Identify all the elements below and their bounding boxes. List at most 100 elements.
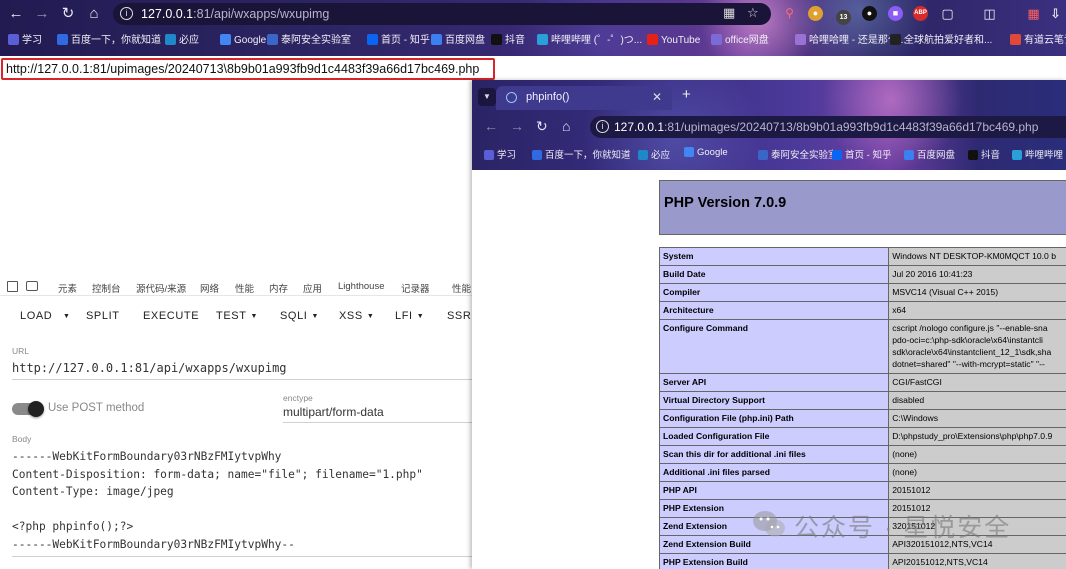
home-icon[interactable]: ⌂: [84, 4, 104, 24]
hackbar-menu-sqli[interactable]: SQLI ▼: [280, 310, 319, 322]
bookmark-item[interactable]: 首页 - 知乎: [832, 147, 891, 161]
bookmark-item[interactable]: 抖音: [968, 147, 1000, 161]
devtools-tab[interactable]: 应用: [303, 281, 322, 295]
phpinfo-key: Additional .ini files parsed: [658, 463, 890, 482]
phpinfo-key: Server API: [658, 373, 890, 392]
phpinfo-value-line: API20151012,NTS,VC14: [892, 557, 988, 567]
back-arrow-icon[interactable]: ←: [6, 4, 26, 24]
home-icon[interactable]: ⌂: [562, 118, 570, 134]
forward-arrow-icon[interactable]: →: [32, 4, 52, 24]
extensions-puzzle-icon[interactable]: ▢: [940, 6, 955, 21]
enctype-select[interactable]: multipart/form-data: [283, 405, 384, 419]
bookmark-item[interactable]: Google: [684, 147, 728, 158]
phpinfo-value-line: Windows NT DESKTOP-KM0MQCT 10.0 b: [892, 251, 1056, 261]
phpinfo-key: System: [658, 247, 890, 266]
post-method-toggle[interactable]: [12, 401, 44, 417]
bookmark-item[interactable]: YouTube: [647, 33, 700, 49]
bookmark-item[interactable]: 哔哩哔哩: [1012, 147, 1063, 161]
devtools-tab-bar: 元素 控制台 源代码/来源 网络 性能 内存 应用 Lighthouse 记录器 性能: [0, 278, 472, 296]
phpinfo-value-line: 20151012: [892, 485, 931, 495]
bookmark-item[interactable]: 全球航拍爱好者和...: [890, 33, 992, 49]
extension-dark-icon[interactable]: ●: [862, 6, 877, 21]
hackbar-menu-xss[interactable]: XSS ▼: [339, 310, 374, 322]
devtools-tab[interactable]: 内存: [269, 281, 288, 295]
bookmark-item[interactable]: 有道云笔记: [1010, 33, 1066, 49]
bookmark-item[interactable]: 哔哩哔哩 (゜-゜)つ...: [537, 33, 642, 49]
phpinfo-value-line: C:\Windows: [892, 413, 939, 423]
bookmark-favicon-icon: [484, 150, 494, 160]
devtools-tab[interactable]: 记录器: [401, 281, 430, 295]
address-bar[interactable]: i 127.0.0.1:81/api/wxapps/wxupimg ▦ ☆: [113, 3, 771, 25]
pdf-icon[interactable]: ▦: [1026, 6, 1041, 21]
hackbar-menu-lfi[interactable]: LFI ▼: [395, 310, 424, 322]
translate-icon[interactable]: ▦: [723, 5, 735, 21]
phpinfo-tab[interactable]: phpinfo() ✕: [496, 86, 672, 110]
bookmark-item[interactable]: 首页 - 知乎: [367, 33, 430, 49]
menu-label: SPLIT: [86, 310, 120, 322]
bookmark-item[interactable]: 必应: [638, 147, 670, 161]
tab-search-icon[interactable]: ▼: [478, 88, 496, 106]
reload-icon[interactable]: ↻: [58, 4, 78, 24]
bookmark-item[interactable]: 百度网盘: [904, 147, 955, 161]
bookmark-item[interactable]: 抖音: [491, 33, 525, 49]
bookmark-item[interactable]: Google: [220, 33, 266, 49]
bookmark-favicon-icon: [904, 150, 914, 160]
bookmark-star-icon[interactable]: ☆: [747, 5, 759, 21]
reload-icon[interactable]: ↻: [536, 118, 548, 135]
phpinfo-row: Additional .ini files parsed (none): [658, 463, 1066, 482]
load-dropdown-icon[interactable]: ▼: [63, 313, 71, 320]
devtools-tab[interactable]: 性能: [235, 281, 254, 295]
devtools-tab[interactable]: 控制台: [92, 281, 121, 295]
menu-label: TEST: [216, 310, 247, 322]
bookmark-favicon-icon: [1012, 150, 1022, 160]
extension-badge[interactable]: 13: [836, 10, 851, 25]
bookmark-item[interactable]: 百度一下，你就知道: [57, 33, 161, 49]
second-address-bar[interactable]: i 127.0.0.1:81/upimages/20240713/8b9b01a…: [590, 116, 1066, 138]
back-arrow-icon[interactable]: ←: [484, 118, 498, 134]
address-host: 127.0.0.1: [141, 7, 194, 21]
bookmark-item[interactable]: office网盘: [711, 33, 769, 49]
hackbar-menu-split[interactable]: SPLIT: [86, 310, 120, 322]
phpinfo-key: Architecture: [658, 301, 890, 320]
site-info-icon[interactable]: i: [596, 120, 609, 133]
bookmark-item[interactable]: 学习: [484, 147, 516, 161]
phpinfo-value-line: cscript /nologo configure.js "--enable-s…: [892, 323, 1048, 333]
device-toolbar-icon[interactable]: [26, 281, 38, 291]
devtools-tab[interactable]: Lighthouse: [338, 281, 384, 292]
bookmark-item[interactable]: 百度网盘: [431, 33, 485, 49]
new-tab-icon[interactable]: +: [682, 86, 691, 103]
close-tab-icon[interactable]: ✕: [652, 90, 662, 104]
url-input[interactable]: http://127.0.0.1:81/api/wxapps/wxupimg: [12, 361, 287, 375]
bookmark-favicon-icon: [795, 34, 806, 45]
hackbar-menu-execute[interactable]: EXECUTE: [143, 310, 199, 322]
bookmark-item[interactable]: 泰阿安全实验室: [758, 147, 838, 161]
site-info-icon[interactable]: i: [120, 7, 133, 20]
bookmark-favicon-icon: [684, 147, 694, 157]
phpinfo-value: cscript /nologo configure.js "--enable-s…: [888, 319, 1066, 374]
phpinfo-row: System Windows NT DESKTOP-KM0MQCT 10.0 b: [658, 247, 1066, 266]
hackbar-menu-load[interactable]: LOAD: [20, 310, 52, 322]
hackbar-menu-test[interactable]: TEST ▼: [216, 310, 258, 322]
extension-purple-icon[interactable]: ■: [888, 6, 903, 21]
second-window-toolbar: ▼ phpinfo() ✕ + ← → ↻ ⌂ i 127.0.0.1:81/u…: [472, 80, 1066, 170]
bookmark-item[interactable]: 百度一下，你就知道: [532, 147, 631, 161]
devtools-tab[interactable]: 源代码/来源: [136, 281, 186, 295]
devtools-tab[interactable]: 网络: [200, 281, 219, 295]
bookmark-item[interactable]: 学习: [8, 33, 42, 49]
chevron-down-icon: ▼: [366, 313, 375, 320]
bookmark-item[interactable]: 必应: [165, 33, 199, 49]
search-ext-icon[interactable]: ⚲: [782, 6, 797, 21]
sidebar-icon[interactable]: ◫: [982, 6, 997, 21]
devtools-tab[interactable]: 性能: [452, 281, 471, 295]
php-version-header: PHP Version 7.0.9: [659, 180, 1066, 235]
inspect-element-icon[interactable]: [7, 281, 18, 292]
bookmark-item[interactable]: 泰阿安全实验室: [267, 33, 351, 49]
forward-arrow-icon[interactable]: →: [510, 118, 524, 134]
body-underline: [12, 556, 472, 557]
extension-icon[interactable]: ●: [808, 6, 823, 21]
adblock-icon[interactable]: ABP: [913, 6, 928, 21]
php-version-title: PHP Version 7.0.9: [664, 195, 787, 211]
phpinfo-row: Virtual Directory Support disabled: [658, 391, 1066, 410]
devtools-tab[interactable]: 元素: [58, 281, 77, 295]
download-icon[interactable]: ⇩: [1048, 6, 1063, 21]
